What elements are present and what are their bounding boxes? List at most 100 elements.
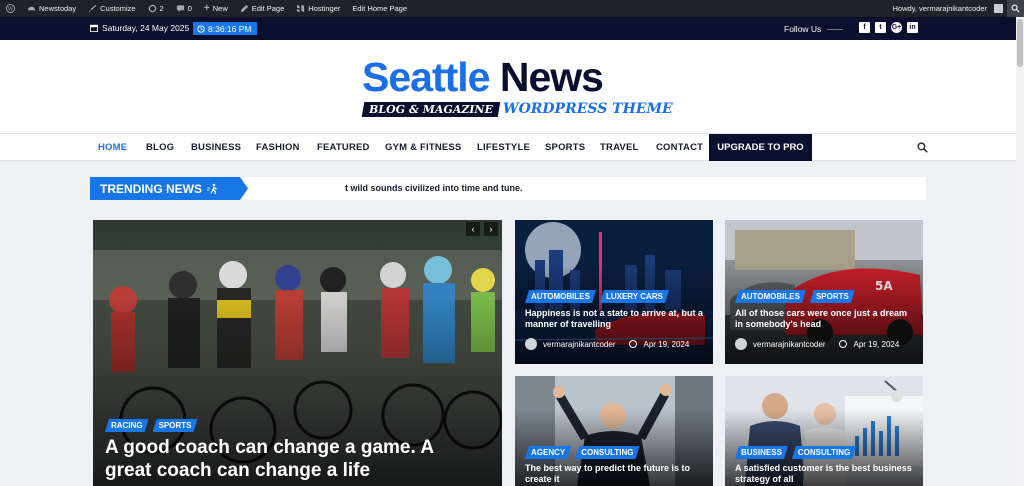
site-header: Seattle News BLOG & MAGAZINE WORDPRESS T… xyxy=(0,40,1016,133)
tag-business[interactable]: BUSINESS xyxy=(735,446,788,459)
card-title[interactable]: Happiness is not a state to arrive at, b… xyxy=(525,308,705,330)
facebook-icon[interactable]: f xyxy=(859,22,870,33)
admin-edit-page-link[interactable]: Edit Page xyxy=(234,0,291,17)
trending-label-text: TRENDING NEWS xyxy=(100,181,202,196)
nav-item-lifestyle[interactable]: LIFESTYLE xyxy=(477,134,530,161)
follow-divider xyxy=(827,28,844,30)
nav-item-home[interactable]: HOME xyxy=(98,134,127,161)
tag-agency[interactable]: AGENCY xyxy=(525,446,571,459)
admin-bar: W Newstoday Customize 2 0 + New Edit Pag… xyxy=(0,0,1024,17)
nav-item-blog[interactable]: BLOG xyxy=(146,134,174,161)
google-plus-icon[interactable]: G+ xyxy=(891,22,902,33)
linkedin-icon[interactable]: in xyxy=(907,22,918,33)
admin-edit-home-link[interactable]: Edit Home Page xyxy=(346,0,413,17)
site-logo[interactable]: Seattle News xyxy=(362,54,604,100)
trending-label: TRENDING NEWS xyxy=(90,177,248,200)
avatar xyxy=(994,4,1003,13)
logo-word-2: News xyxy=(499,54,604,100)
follow-us: Follow Us xyxy=(784,24,844,34)
wordpress-logo-icon[interactable]: W xyxy=(0,0,21,17)
featured-title[interactable]: A good coach can change a game. A great … xyxy=(105,437,485,483)
comment-icon xyxy=(176,5,184,13)
clock-icon xyxy=(629,340,638,348)
hostinger-icon xyxy=(297,4,305,13)
nav-item-fashion[interactable]: FASHION xyxy=(256,134,300,161)
tag-consulting[interactable]: CONSULTING xyxy=(575,446,639,459)
admin-hostinger-link[interactable]: Hostinger xyxy=(290,0,346,17)
trending-headline[interactable]: t wild sounds civilized into time and tu… xyxy=(345,183,523,193)
admin-edit-home-label: Edit Home Page xyxy=(352,4,408,13)
logo-tagline: BLOG & MAGAZINE WORDPRESS THEME xyxy=(361,101,673,117)
admin-updates-count: 2 xyxy=(159,4,164,13)
updates-icon xyxy=(148,4,156,13)
post-card[interactable]: AGENCY CONSULTING The best way to predic… xyxy=(515,376,713,486)
post-card[interactable]: BUSINESS CONSULTING A satisfied customer… xyxy=(725,376,923,486)
nav-item-gym-fitness[interactable]: GYM & FITNESS xyxy=(385,134,462,161)
upgrade-to-pro-button[interactable]: UPGRADE TO PRO xyxy=(709,134,812,161)
admin-site-name: Newstoday xyxy=(39,4,77,13)
logo-tagline-1: BLOG & MAGAZINE xyxy=(361,101,501,117)
tag-automobiles[interactable]: AUTOMOBILES xyxy=(735,290,806,303)
card-meta: vermarajnikantcoder Apr 19, 2024 xyxy=(525,338,689,350)
post-card[interactable]: AUTOMOBILES LUXERY CARS Happiness is not… xyxy=(515,220,713,364)
admin-search-button[interactable] xyxy=(1007,0,1024,17)
current-date: Saturday, 24 May 2025 xyxy=(90,23,189,33)
admin-account-link[interactable]: Howdy, vermarajnikantcoder xyxy=(887,0,1003,17)
card-date: Apr 19, 2024 xyxy=(853,339,900,349)
logo-tagline-2: WORDPRESS THEME xyxy=(502,101,673,117)
logo-word-1: Seattle xyxy=(362,54,490,100)
tag-consulting[interactable]: CONSULTING xyxy=(792,446,856,459)
featured-post[interactable]: ‹ › RACING SPORTS A good coach can chang… xyxy=(93,220,502,486)
admin-updates-link[interactable]: 2 xyxy=(142,0,170,17)
card-author[interactable]: vermarajnikantcoder xyxy=(753,340,825,349)
nav-item-featured[interactable]: FEATURED xyxy=(317,134,370,161)
post-card[interactable]: 5A AUTOMOBILES SPORTS All of those cars … xyxy=(725,220,923,364)
top-bar: Saturday, 24 May 2025 8:36:16 PM Follow … xyxy=(0,17,1016,40)
card-meta: vermarajnikantcoder Apr 19, 2024 xyxy=(735,338,899,350)
scrollbar-thumb[interactable] xyxy=(1017,19,1023,67)
admin-howdy-text: Howdy, vermarajnikantcoder xyxy=(892,4,987,13)
follow-label: Follow Us xyxy=(784,24,822,34)
featured-tags: RACING SPORTS xyxy=(105,419,197,432)
page-scrollbar[interactable] xyxy=(1016,17,1024,486)
clock-badge: 8:36:16 PM xyxy=(193,22,258,35)
card-tags: AUTOMOBILES LUXERY CARS xyxy=(525,290,669,303)
twitter-icon[interactable]: t xyxy=(875,22,886,33)
nav-item-sports[interactable]: SPORTS xyxy=(545,134,585,161)
nav-item-business[interactable]: BUSINESS xyxy=(191,134,241,161)
tag-sports[interactable]: SPORTS xyxy=(153,419,198,432)
tag-racing[interactable]: RACING xyxy=(105,419,149,432)
tag-automobiles[interactable]: AUTOMOBILES xyxy=(525,290,596,303)
admin-site-link[interactable]: Newstoday xyxy=(21,0,82,17)
time-text: 8:36:16 PM xyxy=(208,23,252,34)
nav-item-travel[interactable]: TRAVEL xyxy=(600,134,639,161)
card-title[interactable]: All of those cars were once just a dream… xyxy=(735,308,915,330)
plus-icon: + xyxy=(203,3,210,14)
calendar-icon xyxy=(90,24,98,32)
card-title[interactable]: The best way to predict the future is to… xyxy=(525,463,705,485)
search-icon xyxy=(1011,4,1020,13)
nav-item-contact[interactable]: CONTACT xyxy=(656,134,703,161)
admin-edit-page-label: Edit Page xyxy=(251,4,285,13)
admin-new-link[interactable]: + New xyxy=(198,0,234,17)
trending-news-bar: TRENDING NEWS t wild sounds civilized in… xyxy=(90,177,926,200)
clock-icon xyxy=(839,340,848,348)
card-author[interactable]: vermarajnikantcoder xyxy=(543,340,615,349)
tag-sports[interactable]: SPORTS xyxy=(810,290,855,303)
admin-comments-count: 0 xyxy=(187,4,192,13)
card-title[interactable]: A satisfied customer is the best busines… xyxy=(735,463,915,485)
social-links: f t G+ in xyxy=(859,22,918,33)
pencil-icon xyxy=(240,4,248,13)
admin-customize-link[interactable]: Customize xyxy=(82,0,141,17)
admin-customize-label: Customize xyxy=(100,4,136,13)
clock-icon xyxy=(197,24,205,33)
walking-person-icon xyxy=(207,183,217,194)
tag-luxery-cars[interactable]: LUXERY CARS xyxy=(600,290,669,303)
admin-new-label: New xyxy=(212,4,228,13)
slider-next-button[interactable]: › xyxy=(484,222,498,236)
search-icon[interactable] xyxy=(917,142,928,153)
slider-prev-button[interactable]: ‹ xyxy=(466,222,480,236)
svg-text:W: W xyxy=(8,7,14,13)
admin-comments-link[interactable]: 0 xyxy=(170,0,198,17)
date-text: Saturday, 24 May 2025 xyxy=(102,23,190,33)
